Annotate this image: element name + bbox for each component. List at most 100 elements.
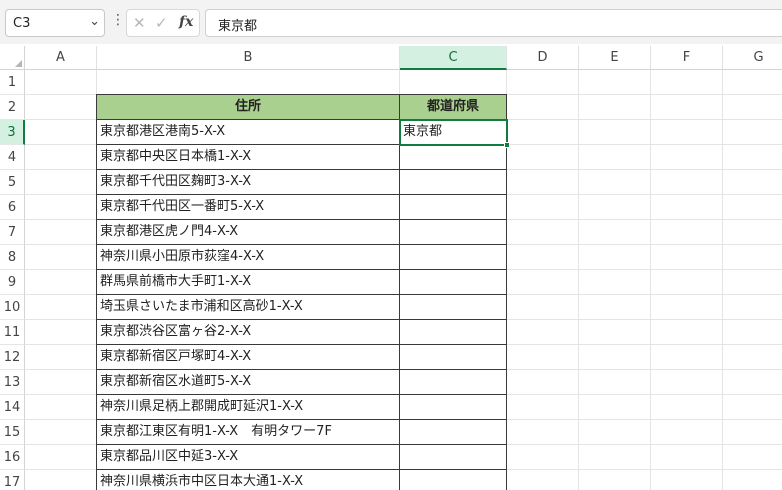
cell-e15[interactable] — [579, 420, 651, 445]
row-header-8[interactable]: 8 — [0, 245, 25, 270]
cell-e11[interactable] — [579, 320, 651, 345]
cell-d2[interactable] — [507, 95, 579, 120]
cell-d6[interactable] — [507, 195, 579, 220]
cell-b15[interactable]: 東京都江東区有明1-X-X 有明タワー7F — [96, 419, 400, 445]
cell-e16[interactable] — [579, 445, 651, 470]
cell-g14[interactable] — [723, 395, 782, 420]
cell-b14[interactable]: 神奈川県足柄上郡開成町延沢1-X-X — [96, 394, 400, 420]
cell-e14[interactable] — [579, 395, 651, 420]
select-all-button[interactable] — [0, 46, 25, 70]
cell-e9[interactable] — [579, 270, 651, 295]
cell-b16[interactable]: 東京都品川区中延3-X-X — [96, 444, 400, 470]
cell-e3[interactable] — [579, 120, 651, 145]
cell-a1[interactable] — [25, 70, 97, 95]
cell-a6[interactable] — [25, 195, 97, 220]
cell-f14[interactable] — [651, 395, 723, 420]
column-header-f[interactable]: F — [651, 46, 723, 70]
cell-a9[interactable] — [25, 270, 97, 295]
row-header-3[interactable]: 3 — [0, 120, 25, 145]
cell-g13[interactable] — [723, 370, 782, 395]
cell-e13[interactable] — [579, 370, 651, 395]
cell-g9[interactable] — [723, 270, 782, 295]
cell-e2[interactable] — [579, 95, 651, 120]
cell-d13[interactable] — [507, 370, 579, 395]
cell-c9[interactable] — [399, 269, 507, 295]
cell-d9[interactable] — [507, 270, 579, 295]
cell-c13[interactable] — [399, 369, 507, 395]
column-header-c[interactable]: C — [400, 46, 507, 70]
cell-d4[interactable] — [507, 145, 579, 170]
row-header-17[interactable]: 17 — [0, 470, 25, 490]
cell-f5[interactable] — [651, 170, 723, 195]
cell-f8[interactable] — [651, 245, 723, 270]
cell-b5[interactable]: 東京都千代田区麹町3-X-X — [96, 169, 400, 195]
cell-e4[interactable] — [579, 145, 651, 170]
formula-input[interactable]: 東京都 — [205, 9, 782, 37]
row-header-12[interactable]: 12 — [0, 345, 25, 370]
cell-g16[interactable] — [723, 445, 782, 470]
cell-g3[interactable] — [723, 120, 782, 145]
cell-b12[interactable]: 東京都新宿区戸塚町4-X-X — [96, 344, 400, 370]
row-header-16[interactable]: 16 — [0, 445, 25, 470]
cell-f13[interactable] — [651, 370, 723, 395]
cell-c16[interactable] — [399, 444, 507, 470]
cell-g1[interactable] — [723, 70, 782, 95]
cell-a8[interactable] — [25, 245, 97, 270]
cell-g2[interactable] — [723, 95, 782, 120]
cell-c10[interactable] — [399, 294, 507, 320]
cell-a7[interactable] — [25, 220, 97, 245]
cell-f4[interactable] — [651, 145, 723, 170]
cell-d14[interactable] — [507, 395, 579, 420]
cell-c11[interactable] — [399, 319, 507, 345]
column-header-g[interactable]: G — [723, 46, 782, 70]
cell-a5[interactable] — [25, 170, 97, 195]
row-header-13[interactable]: 13 — [0, 370, 25, 395]
row-header-1[interactable]: 1 — [0, 70, 25, 95]
cell-d7[interactable] — [507, 220, 579, 245]
cell-e6[interactable] — [579, 195, 651, 220]
cell-c5[interactable] — [399, 169, 507, 195]
cell-b17[interactable]: 神奈川県横浜市中区日本大通1-X-X — [96, 469, 400, 490]
cell-f2[interactable] — [651, 95, 723, 120]
cell-g4[interactable] — [723, 145, 782, 170]
cell-d15[interactable] — [507, 420, 579, 445]
cell-e12[interactable] — [579, 345, 651, 370]
cell-g15[interactable] — [723, 420, 782, 445]
cell-e10[interactable] — [579, 295, 651, 320]
row-header-14[interactable]: 14 — [0, 395, 25, 420]
row-header-11[interactable]: 11 — [0, 320, 25, 345]
cell-d1[interactable] — [507, 70, 579, 95]
cell-a15[interactable] — [25, 420, 97, 445]
cell-g8[interactable] — [723, 245, 782, 270]
column-header-d[interactable]: D — [507, 46, 579, 70]
cell-c12[interactable] — [399, 344, 507, 370]
more-options-icon[interactable]: ⋮ — [111, 13, 125, 27]
cell-e5[interactable] — [579, 170, 651, 195]
fill-handle[interactable] — [504, 142, 510, 148]
cell-e1[interactable] — [579, 70, 651, 95]
cell-b10[interactable]: 埼玉県さいたま市浦和区高砂1-X-X — [96, 294, 400, 320]
cell-f12[interactable] — [651, 345, 723, 370]
header-address[interactable]: 住所 — [96, 94, 400, 120]
column-header-b[interactable]: B — [97, 46, 400, 70]
cell-f1[interactable] — [651, 70, 723, 95]
cell-e8[interactable] — [579, 245, 651, 270]
header-prefecture[interactable]: 都道府県 — [399, 94, 507, 120]
cell-g6[interactable] — [723, 195, 782, 220]
cell-a13[interactable] — [25, 370, 97, 395]
cell-c17[interactable] — [399, 469, 507, 490]
cell-a12[interactable] — [25, 345, 97, 370]
cell-a2[interactable] — [25, 95, 97, 120]
cell-c4[interactable] — [399, 144, 507, 170]
cell-g5[interactable] — [723, 170, 782, 195]
cell-d17[interactable] — [507, 470, 579, 490]
cancel-icon[interactable]: ✕ — [133, 14, 146, 32]
cell-g7[interactable] — [723, 220, 782, 245]
cell-c14[interactable] — [399, 394, 507, 420]
row-header-9[interactable]: 9 — [0, 270, 25, 295]
cell-d10[interactable] — [507, 295, 579, 320]
cell-e7[interactable] — [579, 220, 651, 245]
row-header-15[interactable]: 15 — [0, 420, 25, 445]
insert-function-icon[interactable]: fx — [179, 14, 193, 30]
cell-f7[interactable] — [651, 220, 723, 245]
